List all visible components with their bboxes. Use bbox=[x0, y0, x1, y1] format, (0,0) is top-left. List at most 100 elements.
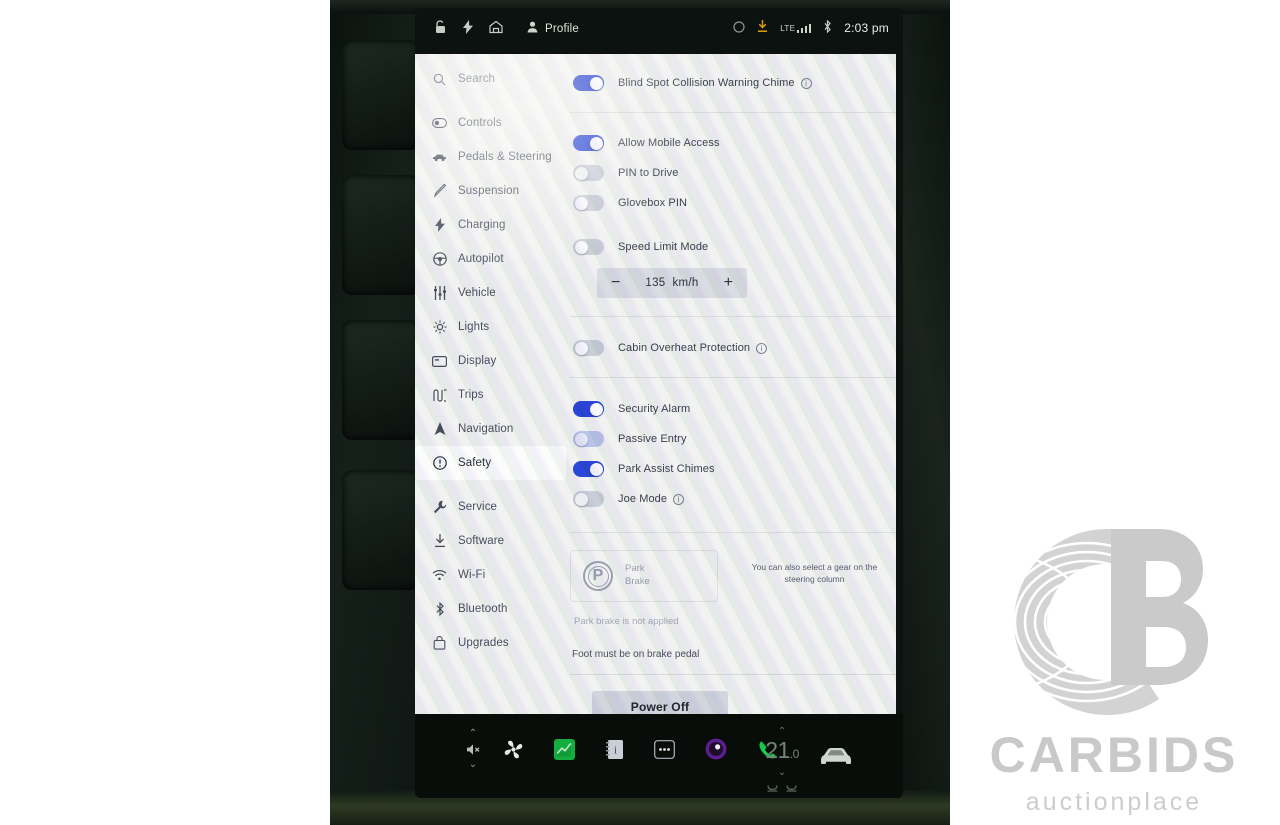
profile-label: Profile bbox=[545, 22, 579, 35]
temperature-up-chevron[interactable]: ⌃ bbox=[753, 726, 811, 737]
toggle-allow-mobile-access[interactable] bbox=[573, 135, 604, 151]
bottom-dock[interactable]: ⌃ ⌄ i ⌃ 21.0 ⌄ bbox=[415, 714, 903, 798]
media-app-icon[interactable] bbox=[705, 738, 727, 760]
seat-heater-row[interactable] bbox=[753, 779, 811, 797]
park-brake-section: P Park Brake You can also select a gear … bbox=[570, 540, 896, 714]
volume-control[interactable]: ⌃ ⌄ bbox=[451, 728, 495, 771]
sidebar-item-suspension[interactable]: Suspension bbox=[415, 174, 570, 208]
sidebar-item-upgrades[interactable]: Upgrades bbox=[415, 626, 570, 660]
setting-label: Park Assist Chimes bbox=[618, 463, 715, 475]
setting-row[interactable]: Passive Entry bbox=[570, 424, 896, 454]
increment-button[interactable]: + bbox=[724, 275, 733, 291]
setting-row[interactable]: Blind Spot Collision Warning Chime i bbox=[570, 68, 896, 98]
power-off-button[interactable]: Power Off bbox=[592, 691, 728, 714]
sidebar-item-safety[interactable]: Safety bbox=[415, 446, 566, 480]
toggle-speed-limit-mode[interactable] bbox=[573, 239, 604, 255]
dock-app-icons[interactable]: i bbox=[503, 738, 778, 760]
seat-left-icon[interactable] bbox=[767, 779, 778, 797]
wrench-icon bbox=[432, 500, 447, 515]
bolt-icon bbox=[432, 218, 447, 233]
sidebar-item-autopilot[interactable]: Autopilot bbox=[415, 242, 570, 276]
tesla-touchscreen[interactable]: Profile LTE 2:03 pm Search Controls Peda… bbox=[415, 8, 903, 798]
sidebar-item-software[interactable]: Software bbox=[415, 524, 570, 558]
seat-right-icon[interactable] bbox=[786, 779, 797, 797]
setting-row[interactable]: Park Assist Chimes bbox=[570, 454, 896, 484]
volume-mute-icon[interactable] bbox=[451, 743, 495, 756]
climate-temperature-control[interactable]: ⌃ 21.0 ⌄ bbox=[753, 726, 811, 797]
person-icon bbox=[527, 21, 538, 36]
speed-limit-unit: km/h bbox=[672, 277, 699, 289]
garage-home-icon[interactable] bbox=[489, 20, 503, 37]
sidebar-item-display[interactable]: Display bbox=[415, 344, 570, 378]
toggle-blind-spot-collision-warning-chime[interactable] bbox=[573, 75, 604, 91]
park-brake-title-line2: Brake bbox=[625, 576, 650, 587]
sidebar-item-pedals-steering[interactable]: Pedals & Steering bbox=[415, 140, 570, 174]
setting-row[interactable]: Allow Mobile Access bbox=[570, 128, 896, 158]
decrement-button[interactable]: − bbox=[611, 275, 620, 291]
dashboard-photo: Profile LTE 2:03 pm Search Controls Peda… bbox=[330, 0, 950, 825]
toggle-security-alarm[interactable] bbox=[573, 401, 604, 417]
setting-row[interactable]: Security Alarm bbox=[570, 394, 896, 424]
bluetooth-icon bbox=[432, 602, 447, 617]
info-icon[interactable]: i bbox=[756, 342, 768, 354]
car-front-icon[interactable] bbox=[819, 747, 853, 770]
sidebar-item-bluetooth[interactable]: Bluetooth bbox=[415, 592, 570, 626]
settings-sidebar[interactable]: Search Controls Pedals & Steering Suspen… bbox=[415, 54, 570, 714]
setting-row[interactable]: PIN to Drive bbox=[570, 158, 896, 188]
toggle-glovebox-pin[interactable] bbox=[573, 195, 604, 211]
more-dots-icon[interactable] bbox=[654, 739, 675, 759]
sidebar-item-controls[interactable]: Controls bbox=[415, 106, 570, 140]
car-side-icon bbox=[432, 150, 447, 165]
setting-row[interactable]: Joe Mode i bbox=[570, 484, 896, 514]
notes-app-icon[interactable]: i bbox=[605, 739, 624, 760]
info-icon[interactable]: i bbox=[673, 493, 685, 505]
setting-text: Cabin Overheat Protection bbox=[618, 342, 751, 354]
circle-icon[interactable] bbox=[733, 20, 745, 36]
profile-button[interactable]: Profile bbox=[527, 21, 579, 36]
sidebar-item-label: Autopilot bbox=[458, 253, 504, 265]
search-icon bbox=[432, 72, 447, 87]
interior-right-panel bbox=[898, 0, 950, 825]
sidebar-item-label: Wi-Fi bbox=[458, 569, 486, 581]
sidebar-item-service[interactable]: Service bbox=[415, 490, 570, 524]
sidebar-item-navigation[interactable]: Navigation bbox=[415, 412, 570, 446]
sidebar-item-charging[interactable]: Charging bbox=[415, 208, 570, 242]
sidebar-item-vehicle[interactable]: Vehicle bbox=[415, 276, 570, 310]
energy-app-icon[interactable] bbox=[554, 738, 575, 760]
temperature-down-chevron[interactable]: ⌄ bbox=[753, 767, 811, 778]
volume-down-chevron[interactable]: ⌄ bbox=[451, 759, 495, 771]
sidebar-item-label: Suspension bbox=[458, 185, 520, 197]
park-brake-button[interactable]: P Park Brake bbox=[570, 550, 718, 602]
volume-up-chevron[interactable]: ⌃ bbox=[451, 728, 495, 740]
toggle-passive-entry[interactable] bbox=[573, 431, 604, 447]
info-icon[interactable]: i bbox=[800, 77, 812, 89]
sidebar-item-lights[interactable]: Lights bbox=[415, 310, 570, 344]
svg-text:i: i bbox=[614, 744, 617, 756]
light-icon bbox=[432, 320, 447, 335]
setting-row[interactable]: Cabin Overheat Protection i bbox=[570, 333, 896, 363]
setting-label: Glovebox PIN bbox=[618, 197, 688, 209]
toggle-pin-to-drive[interactable] bbox=[573, 165, 604, 181]
download-icon[interactable] bbox=[757, 20, 768, 36]
toggle-joe-mode[interactable] bbox=[573, 491, 604, 507]
setting-row[interactable]: Glovebox PIN bbox=[570, 188, 896, 218]
search-input[interactable]: Search bbox=[415, 62, 570, 96]
unlock-icon[interactable] bbox=[435, 20, 447, 37]
fan-icon[interactable] bbox=[503, 739, 524, 760]
sidebar-item-label: Safety bbox=[458, 457, 492, 469]
toggle-park-assist-chimes[interactable] bbox=[573, 461, 604, 477]
setting-row[interactable]: Speed Limit Mode bbox=[570, 232, 896, 262]
network-type-label: LTE bbox=[780, 23, 796, 33]
sliders-icon bbox=[432, 286, 447, 301]
toggle-cabin-overheat-protection[interactable] bbox=[573, 340, 604, 356]
wifi-icon bbox=[432, 568, 447, 583]
speed-limit-stepper[interactable]: − 135 km/h + bbox=[597, 268, 747, 298]
setting-label: Joe Mode i bbox=[618, 493, 685, 505]
bolt-icon[interactable] bbox=[463, 20, 473, 37]
sidebar-item-trips[interactable]: Trips bbox=[415, 378, 570, 412]
cb-fingerprint-logo bbox=[999, 515, 1229, 730]
sidebar-item-wifi[interactable]: Wi-Fi bbox=[415, 558, 570, 592]
sidebar-item-label: Upgrades bbox=[458, 637, 509, 649]
bluetooth-icon[interactable] bbox=[823, 19, 832, 36]
steering-wheel-icon bbox=[432, 252, 447, 267]
